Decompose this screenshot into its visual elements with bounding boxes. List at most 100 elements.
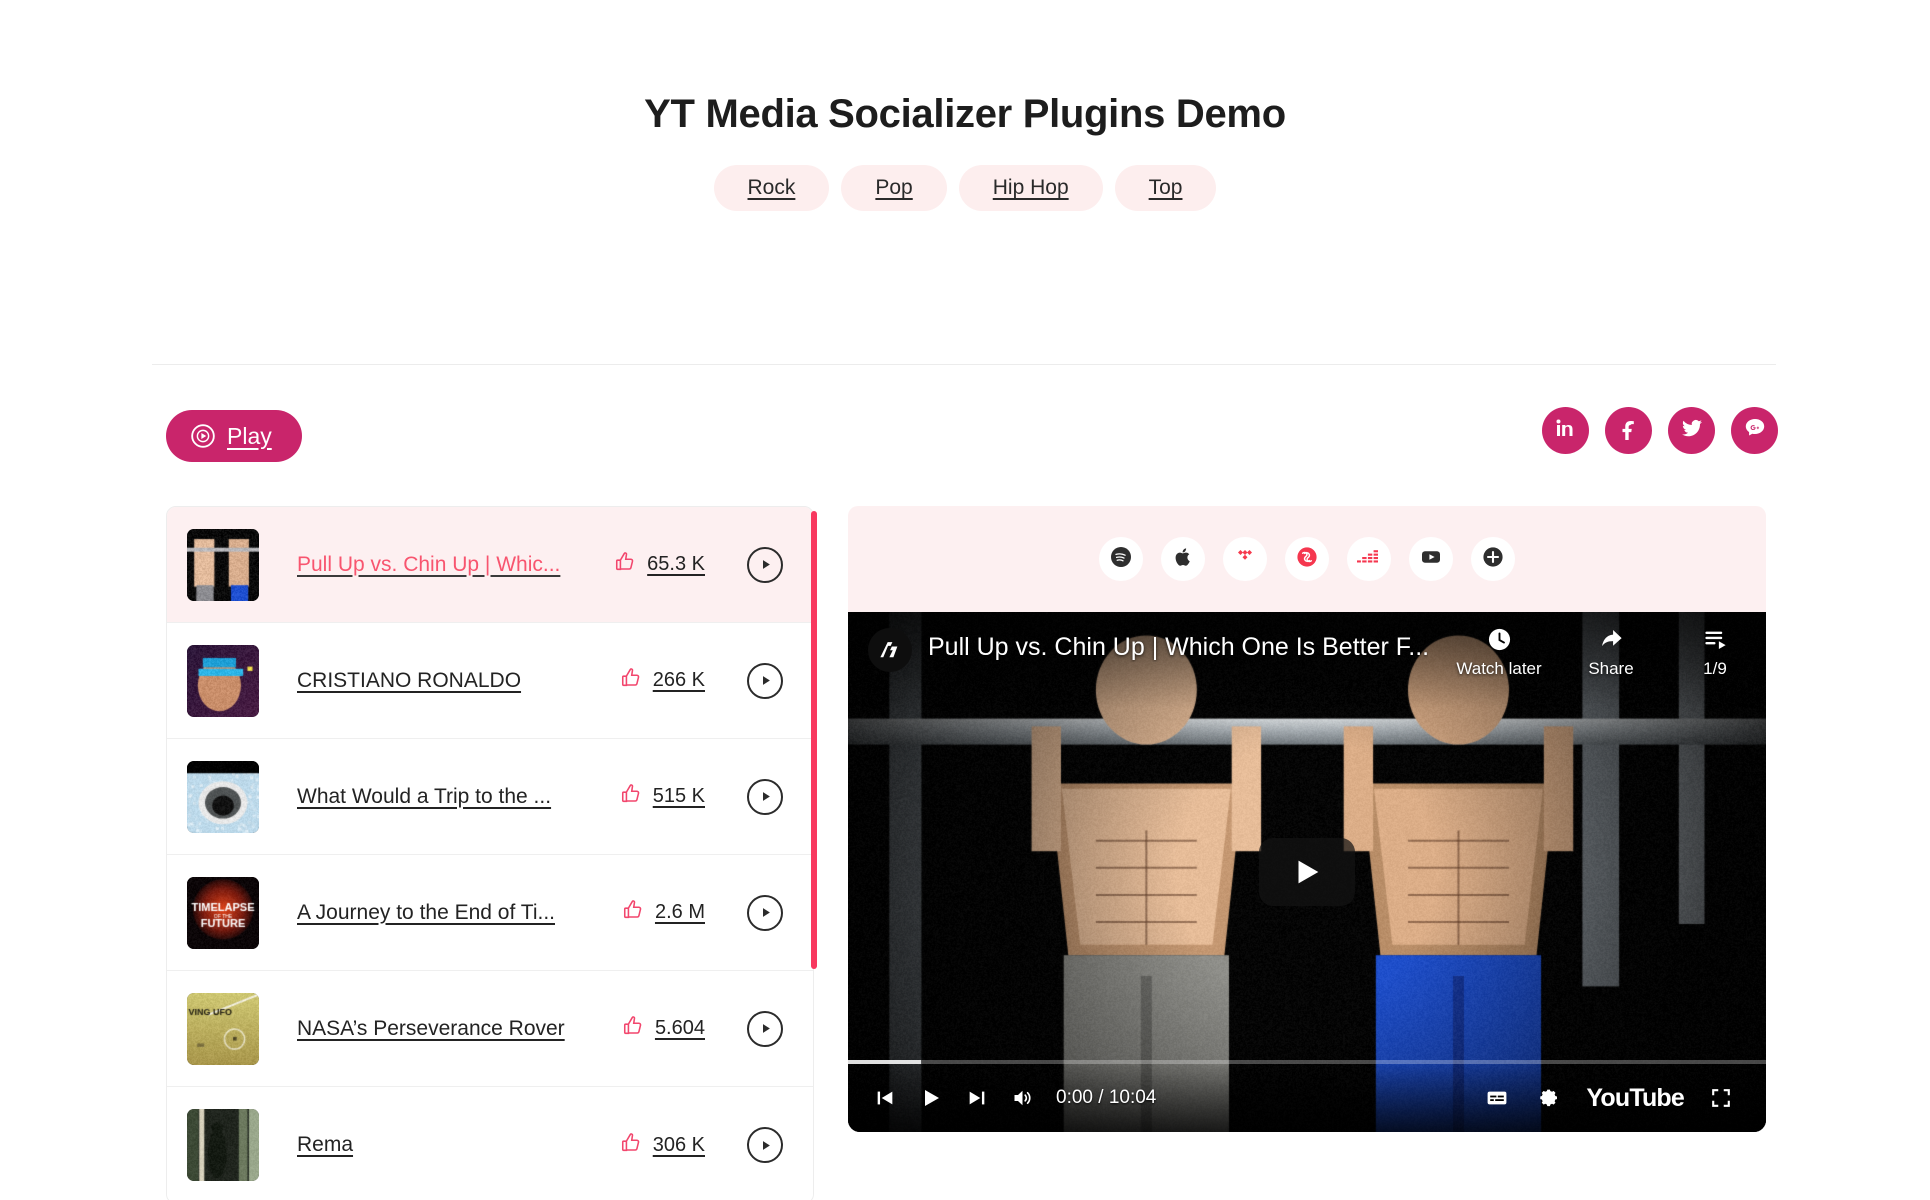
play-pause-button[interactable] xyxy=(908,1075,954,1121)
playlist-row-3[interactable]: A Journey to the End of Ti... 2.6 M xyxy=(167,855,813,971)
thumbs-up-icon xyxy=(622,1015,644,1042)
youtube-icon xyxy=(1419,545,1443,574)
play-triangle-icon xyxy=(758,1138,773,1153)
playlist-likes-5: 306 K xyxy=(620,1132,705,1159)
play-triangle-icon xyxy=(758,557,773,572)
video-center-play-button[interactable] xyxy=(1259,838,1355,906)
apple-icon xyxy=(1171,545,1195,574)
play-button[interactable]: Play xyxy=(166,410,302,462)
service-button-youtube[interactable] xyxy=(1409,537,1453,581)
watch-later-label: Watch later xyxy=(1456,659,1541,679)
spotify-icon xyxy=(1109,545,1133,574)
playlist-scrollbar[interactable] xyxy=(811,511,817,969)
volume-button[interactable] xyxy=(1000,1075,1046,1121)
page-title: YT Media Socializer Plugins Demo xyxy=(0,92,1930,137)
thumbs-up-icon xyxy=(620,1132,642,1159)
share-arrow-icon xyxy=(1598,626,1625,653)
playlist-row-5[interactable]: Rema 306 K xyxy=(167,1087,813,1200)
playlist-play-button-0[interactable] xyxy=(747,547,783,583)
playlist-likes-3: 2.6 M xyxy=(622,899,705,926)
share-button[interactable]: Share xyxy=(1574,626,1648,679)
playlist-likes-2: 515 K xyxy=(620,783,705,810)
playlist-play-button-4[interactable] xyxy=(747,1011,783,1047)
playlist-thumbnail-5 xyxy=(187,1109,259,1181)
plus-circle-icon xyxy=(1481,545,1505,574)
thumbs-up-icon xyxy=(620,667,642,694)
next-button[interactable] xyxy=(954,1075,1000,1121)
facebook-icon xyxy=(1617,416,1641,445)
thumbs-up-icon xyxy=(622,899,644,926)
service-button-shazam[interactable] xyxy=(1285,537,1329,581)
playlist-play-button-2[interactable] xyxy=(747,779,783,815)
nav-pill-rock[interactable]: Rock xyxy=(714,165,830,211)
playlist-likes-0: 65.3 K xyxy=(614,551,705,578)
subtitles-button[interactable] xyxy=(1474,1075,1520,1121)
playlist-row-2[interactable]: What Would a Trip to the ... 515 K xyxy=(167,739,813,855)
thumbs-up-icon xyxy=(614,551,636,578)
shazam-icon xyxy=(1295,545,1319,574)
twitter-icon xyxy=(1680,416,1704,445)
playlist-like-count-0: 65.3 K xyxy=(647,553,705,576)
deezer-icon xyxy=(1357,545,1381,574)
playlist-row-0[interactable]: Pull Up vs. Chin Up | Whic... 65.3 K xyxy=(167,507,813,623)
playlist-row-1[interactable]: CRISTIANO RONALDO 266 K xyxy=(167,623,813,739)
video-controls-bar: 0:00 / 10:04 YouTube xyxy=(848,1064,1766,1132)
playlist-title-3[interactable]: A Journey to the End of Ti... xyxy=(297,901,622,925)
playlist-like-count-3: 2.6 M xyxy=(655,901,705,924)
nav-pill-top[interactable]: Top xyxy=(1115,165,1217,211)
video-player[interactable]: Pull Up vs. Chin Up | Which One Is Bette… xyxy=(848,612,1766,1132)
playlist-thumbnail-0 xyxy=(187,529,259,601)
service-button-deezer[interactable] xyxy=(1347,537,1391,581)
playlist: Pull Up vs. Chin Up | Whic... 65.3 K CRI… xyxy=(166,506,814,1200)
playlist-play-button-1[interactable] xyxy=(747,663,783,699)
service-button-tidal[interactable] xyxy=(1223,537,1267,581)
share-facebook-button[interactable] xyxy=(1605,407,1652,454)
watch-later-button[interactable]: Watch later xyxy=(1462,626,1536,679)
video-time-display: 0:00 / 10:04 xyxy=(1056,1087,1156,1109)
youtube-watermark[interactable]: YouTube xyxy=(1586,1084,1684,1113)
playlist-counter-label: 1/9 xyxy=(1703,659,1727,679)
playlist-play-button-5[interactable] xyxy=(747,1127,783,1163)
playlist-play-button-3[interactable] xyxy=(747,895,783,931)
play-triangle-icon xyxy=(758,905,773,920)
playlist-thumbnail-2 xyxy=(187,761,259,833)
previous-button[interactable] xyxy=(862,1075,908,1121)
settings-button[interactable] xyxy=(1526,1075,1572,1121)
player-panel: Pull Up vs. Chin Up | Which One Is Bette… xyxy=(848,506,1766,1132)
playlist-title-0[interactable]: Pull Up vs. Chin Up | Whic... xyxy=(297,553,614,577)
playlist-title-2[interactable]: What Would a Trip to the ... xyxy=(297,785,620,809)
service-button-spotify[interactable] xyxy=(1099,537,1143,581)
playlist-title-4[interactable]: NASA’s Perseverance Rover xyxy=(297,1017,622,1041)
play-triangle-icon xyxy=(758,1021,773,1036)
circle-play-icon xyxy=(190,423,216,449)
play-button-label: Play xyxy=(227,423,272,450)
service-button-apple-music[interactable] xyxy=(1161,537,1205,581)
playlist-likes-1: 266 K xyxy=(620,667,705,694)
playlist-thumbnail-3 xyxy=(187,877,259,949)
nav-pill-hip-hop[interactable]: Hip Hop xyxy=(959,165,1103,211)
google-plus-bubble-icon xyxy=(1743,416,1767,445)
playlist-like-count-2: 515 K xyxy=(653,785,705,808)
playlist-row-4[interactable]: NASA’s Perseverance Rover 5.604 xyxy=(167,971,813,1087)
playlist-thumbnail-4 xyxy=(187,993,259,1065)
playlist-title-5[interactable]: Rema xyxy=(297,1133,620,1157)
playlist-thumbnail-1 xyxy=(187,645,259,717)
fullscreen-button[interactable] xyxy=(1698,1075,1744,1121)
share-google-plus-button[interactable] xyxy=(1731,407,1778,454)
playlist-like-count-4: 5.604 xyxy=(655,1017,705,1040)
section-divider xyxy=(152,364,1776,365)
playlist-queue-icon xyxy=(1702,626,1729,653)
category-nav: Rock Pop Hip Hop Top xyxy=(0,165,1930,211)
share-linkedin-button[interactable] xyxy=(1542,407,1589,454)
tidal-icon xyxy=(1233,545,1257,574)
playlist-counter[interactable]: 1/9 xyxy=(1686,626,1744,679)
playlist-title-1[interactable]: CRISTIANO RONALDO xyxy=(297,669,620,693)
play-triangle-icon xyxy=(758,789,773,804)
page-root: YT Media Socializer Plugins Demo Rock Po… xyxy=(0,92,1930,1200)
social-share-row xyxy=(1542,407,1778,454)
share-twitter-button[interactable] xyxy=(1668,407,1715,454)
toolbar: Play xyxy=(0,410,1930,472)
service-button-add-more[interactable] xyxy=(1471,537,1515,581)
share-label: Share xyxy=(1588,659,1633,679)
nav-pill-pop[interactable]: Pop xyxy=(841,165,946,211)
